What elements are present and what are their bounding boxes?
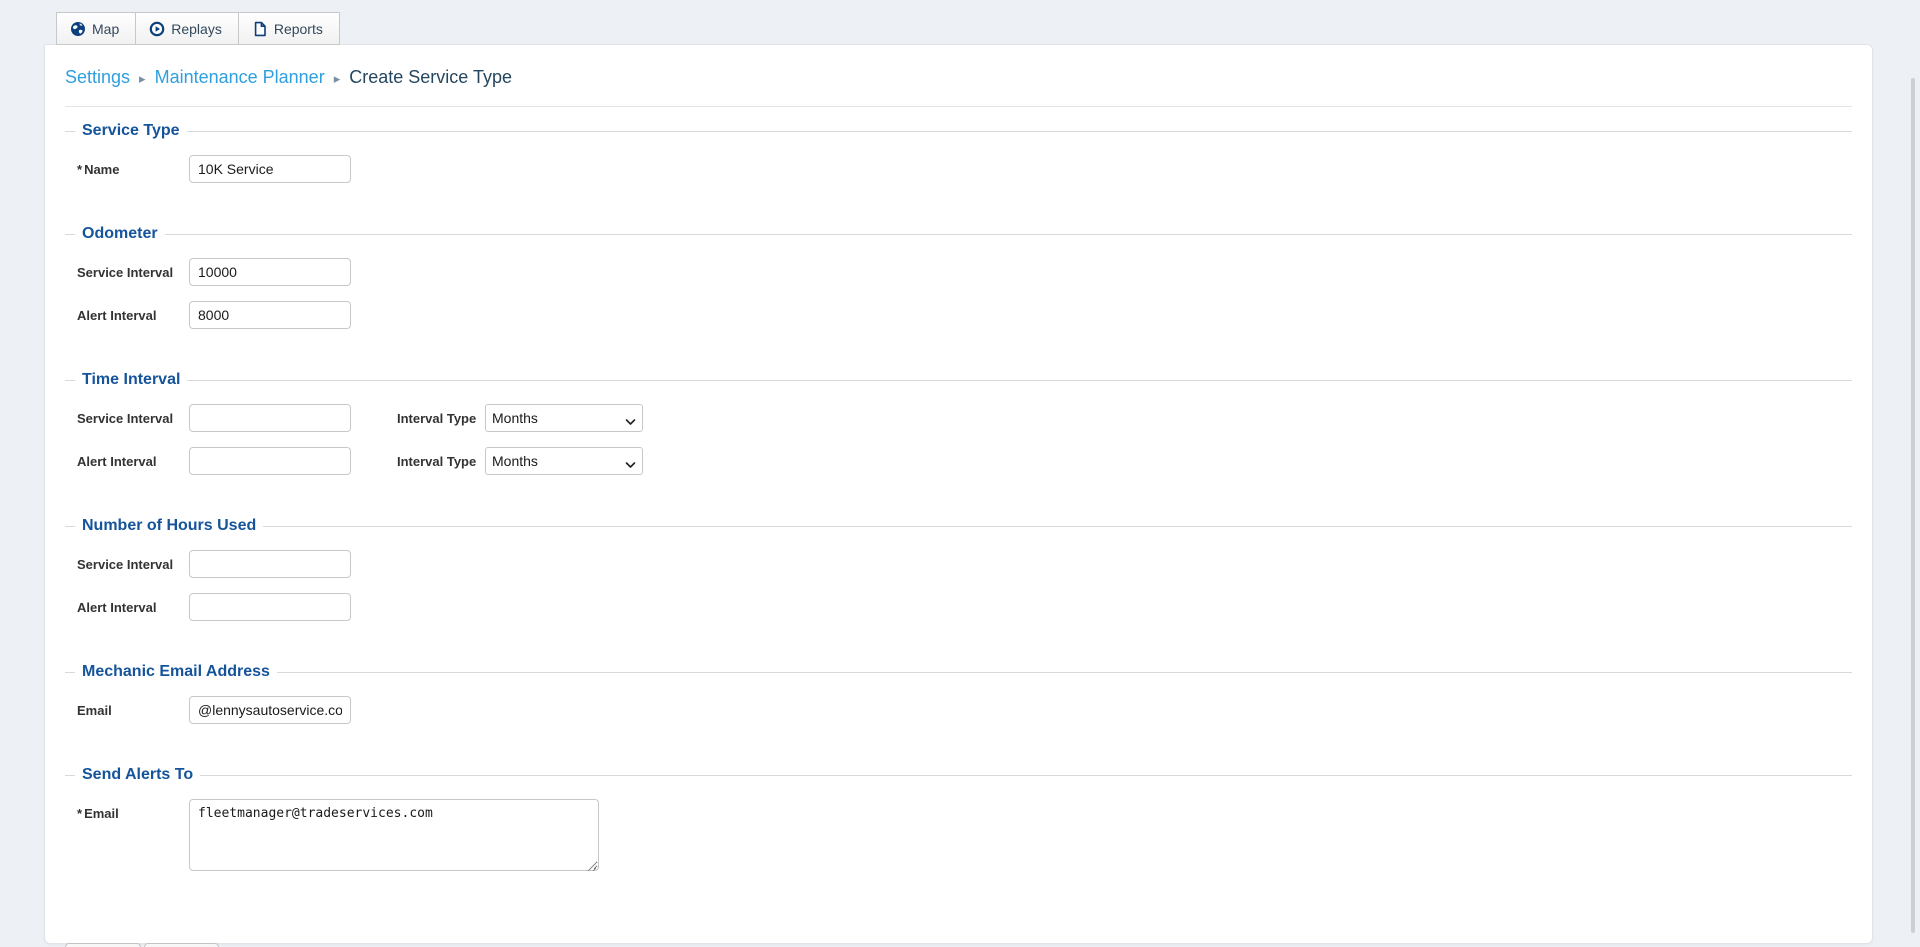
tab-map-label: Map bbox=[92, 21, 119, 37]
service-interval-label: Service Interval bbox=[77, 550, 189, 572]
alert-interval-label: Alert Interval bbox=[77, 593, 189, 615]
alert-interval-label: Alert Interval bbox=[77, 301, 189, 323]
hours-service-interval-input[interactable] bbox=[189, 550, 351, 578]
required-mark: * bbox=[77, 162, 82, 177]
form-row-alert-email: *Email fleetmanager@tradeservices.com bbox=[77, 799, 1852, 876]
hours-alert-interval-input[interactable] bbox=[189, 593, 351, 621]
form-row-hours-alert-interval: Alert Interval bbox=[77, 593, 1852, 621]
name-label: *Name bbox=[77, 155, 189, 177]
section-hours-used-title: Number of Hours Used bbox=[75, 517, 263, 535]
breadcrumb-separator-icon: ▸ bbox=[334, 69, 341, 87]
globe-icon bbox=[70, 21, 86, 37]
section-time-interval: Time Interval Service Interval Interval … bbox=[65, 371, 1852, 502]
name-input[interactable] bbox=[189, 155, 351, 183]
service-interval-type-select[interactable]: Months bbox=[485, 404, 643, 432]
section-service-type: Service Type *Name bbox=[65, 122, 1852, 210]
breadcrumb: Settings ▸ Maintenance Planner ▸ Create … bbox=[65, 45, 1852, 88]
interval-type-label: Interval Type bbox=[397, 447, 485, 469]
alert-interval-label: Alert Interval bbox=[77, 447, 189, 469]
service-interval-label: Service Interval bbox=[77, 258, 189, 280]
breadcrumb-settings-link[interactable]: Settings bbox=[65, 67, 130, 88]
form-row-time-service-interval: Service Interval Interval Type Months bbox=[77, 404, 1852, 432]
form-row-odometer-alert-interval: Alert Interval bbox=[77, 301, 1852, 329]
alert-email-label: *Email bbox=[77, 799, 189, 821]
section-hours-used: Number of Hours Used Service Interval Al… bbox=[65, 517, 1852, 648]
alert-email-textarea[interactable]: fleetmanager@tradeservices.com bbox=[189, 799, 599, 871]
cancel-button[interactable]: Cancel bbox=[144, 943, 219, 947]
tab-replays-label: Replays bbox=[171, 21, 222, 37]
odometer-alert-interval-input[interactable] bbox=[189, 301, 351, 329]
section-mechanic-email-title: Mechanic Email Address bbox=[75, 663, 277, 681]
top-tab-bar: Map Replays Reports bbox=[56, 12, 340, 45]
tab-reports[interactable]: Reports bbox=[238, 12, 340, 45]
tab-replays[interactable]: Replays bbox=[135, 12, 239, 45]
section-mechanic-email: Mechanic Email Address Email bbox=[65, 663, 1852, 751]
content-panel: Settings ▸ Maintenance Planner ▸ Create … bbox=[44, 44, 1873, 944]
play-icon bbox=[149, 21, 165, 37]
page-title: Create Service Type bbox=[349, 67, 512, 88]
mechanic-email-input[interactable] bbox=[189, 696, 351, 724]
section-send-alerts-title: Send Alerts To bbox=[75, 766, 200, 784]
alert-interval-type-select[interactable]: Months bbox=[485, 447, 643, 475]
section-odometer: Odometer Service Interval Alert Interval bbox=[65, 225, 1852, 356]
vertical-scrollbar[interactable] bbox=[1911, 78, 1915, 933]
update-button[interactable]: Update bbox=[65, 943, 141, 947]
tab-reports-label: Reports bbox=[274, 21, 323, 37]
form-row-mechanic-email: Email bbox=[77, 696, 1852, 724]
form-actions: Update Cancel bbox=[65, 943, 1852, 947]
time-alert-interval-input[interactable] bbox=[189, 447, 351, 475]
odometer-service-interval-input[interactable] bbox=[189, 258, 351, 286]
form-row-odometer-service-interval: Service Interval bbox=[77, 258, 1852, 286]
breadcrumb-divider bbox=[65, 106, 1852, 107]
time-service-interval-input[interactable] bbox=[189, 404, 351, 432]
form-row-name: *Name bbox=[77, 155, 1852, 183]
section-odometer-title: Odometer bbox=[75, 225, 165, 243]
section-service-type-title: Service Type bbox=[75, 122, 187, 140]
breadcrumb-maintenance-planner-link[interactable]: Maintenance Planner bbox=[155, 67, 325, 88]
required-mark: * bbox=[77, 806, 82, 821]
service-interval-label: Service Interval bbox=[77, 404, 189, 426]
form-row-time-alert-interval: Alert Interval Interval Type Months bbox=[77, 447, 1852, 475]
document-icon bbox=[252, 21, 268, 37]
interval-type-label: Interval Type bbox=[397, 404, 485, 426]
form-row-hours-service-interval: Service Interval bbox=[77, 550, 1852, 578]
section-send-alerts: Send Alerts To *Email fleetmanager@trade… bbox=[65, 766, 1852, 903]
section-time-interval-title: Time Interval bbox=[75, 371, 187, 389]
breadcrumb-separator-icon: ▸ bbox=[139, 69, 146, 87]
email-label: Email bbox=[77, 696, 189, 718]
tab-map[interactable]: Map bbox=[56, 12, 136, 45]
